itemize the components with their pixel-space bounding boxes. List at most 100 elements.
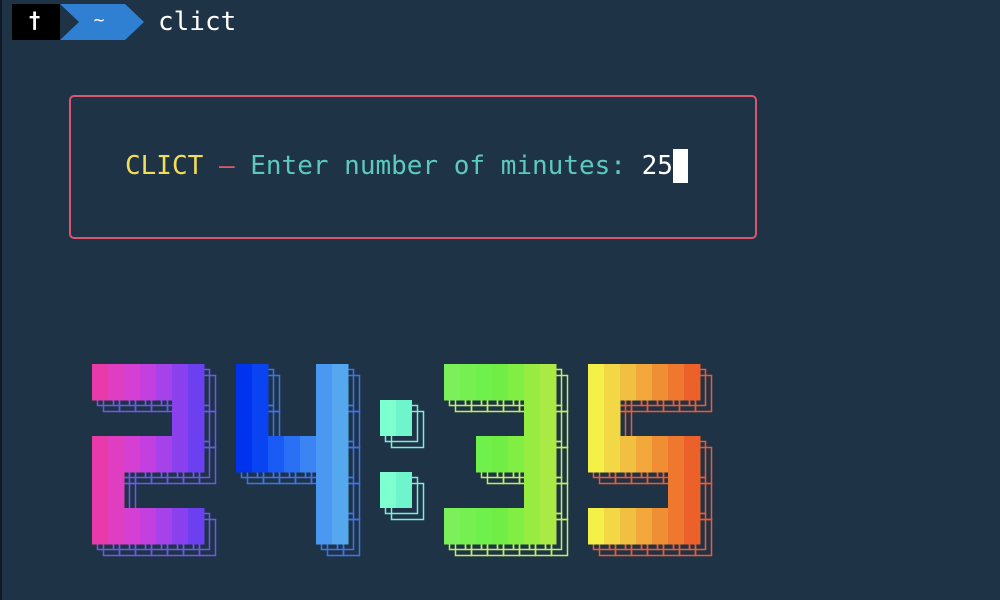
clock-digit-stripe	[92, 472, 109, 509]
clock-digit-stripe	[460, 364, 477, 401]
clock-digit-stripe	[188, 400, 205, 437]
clock-digit-stripe	[668, 508, 685, 545]
clock-digit-stripe	[476, 364, 493, 401]
clock-digit-stripe	[236, 436, 253, 473]
clock-digit-stripe	[652, 508, 669, 545]
clock-digit-stripe	[652, 436, 669, 473]
clock-digit-stripe	[588, 436, 605, 473]
clock-digit-stripe	[284, 436, 301, 473]
clock-digit-stripe	[124, 508, 141, 545]
clock-digit-stripe	[492, 436, 509, 473]
clock-digit-stripe	[236, 400, 253, 437]
clock-colon-dot-stripe	[396, 472, 412, 508]
clock-char-4	[588, 364, 713, 557]
clock-digit-stripe	[636, 508, 653, 545]
clock-digit-stripe	[332, 364, 349, 401]
clock-digit-stripe	[668, 364, 685, 401]
clock-digit-stripe	[316, 436, 333, 473]
clock-colon-dot-stripe	[396, 400, 412, 436]
clock-char-0	[92, 364, 217, 557]
clock-colon-dot-stripe	[380, 400, 396, 436]
clock-digit-stripe	[108, 472, 125, 509]
clock-digit-stripe	[684, 364, 701, 401]
clock-digit-stripe	[172, 508, 189, 545]
clock-digit-stripe	[476, 508, 493, 545]
clock-digit-stripe	[140, 508, 157, 545]
clock-digit-stripe	[172, 400, 189, 437]
clock-digit-stripe	[156, 364, 173, 401]
clock-digit-stripe	[588, 364, 605, 401]
clock-char-3	[444, 364, 569, 557]
clock-digit-stripe	[316, 400, 333, 437]
clock-digit-stripe	[172, 436, 189, 473]
clock-digit-stripe	[300, 436, 317, 473]
clock-digit-stripe	[508, 364, 525, 401]
clock-digit-stripe	[316, 364, 333, 401]
clock-colon-dot-stripe	[380, 472, 396, 508]
clock-digit-stripe	[636, 364, 653, 401]
clock-digit-stripe	[124, 436, 141, 473]
clock-digit-stripe	[236, 364, 253, 401]
clock-digit-stripe	[588, 400, 605, 437]
clock-digit-stripe	[332, 508, 349, 545]
clock-char-fill	[444, 364, 557, 545]
clock-digit-stripe	[668, 472, 685, 509]
clock-digit-stripe	[188, 508, 205, 545]
clock-digit-stripe	[268, 436, 285, 473]
clock-digit-stripe	[540, 472, 557, 509]
clock-digit-stripe	[684, 508, 701, 545]
clock-char-fill	[236, 364, 349, 545]
clock-char-2	[380, 400, 425, 521]
clock-digit-stripe	[636, 436, 653, 473]
clock-digit-stripe	[620, 436, 637, 473]
clock-digit-stripe	[508, 436, 525, 473]
clock-digit-stripe	[508, 508, 525, 545]
clock-digit-stripe	[540, 364, 557, 401]
clock-digit-stripe	[252, 400, 269, 437]
clock-char-1	[236, 364, 361, 557]
clock-digit-stripe	[140, 436, 157, 473]
clock-digit-stripe	[588, 508, 605, 545]
clock-digit-stripe	[492, 508, 509, 545]
clock-digit-stripe	[444, 508, 461, 545]
clock-digit-stripe	[140, 364, 157, 401]
clock-digit-stripe	[316, 472, 333, 509]
clock-digit-stripe	[652, 364, 669, 401]
clock-digit-stripe	[476, 436, 493, 473]
clock-digit-stripe	[332, 436, 349, 473]
clock-digit-stripe	[540, 508, 557, 545]
clock-digit-stripe	[108, 436, 125, 473]
clock-digit-stripe	[604, 400, 621, 437]
clock-digit-stripe	[524, 400, 541, 437]
clock-digit-stripe	[620, 508, 637, 545]
clock-digit-stripe	[332, 472, 349, 509]
clock-digit-stripe	[540, 400, 557, 437]
clock-digit-stripe	[684, 436, 701, 473]
clock-digit-stripe	[252, 364, 269, 401]
clock-digit-stripe	[492, 364, 509, 401]
clock-digit-stripe	[604, 364, 621, 401]
clock-digit-stripe	[188, 364, 205, 401]
clock-digit-stripe	[172, 364, 189, 401]
clock-char-fill	[92, 364, 205, 545]
clock-digit-stripe	[188, 436, 205, 473]
clock-digit-stripe	[108, 364, 125, 401]
clock-digit-stripe	[524, 364, 541, 401]
clock-digit-stripe	[156, 436, 173, 473]
clock-digit-stripe	[92, 364, 109, 401]
clock-digit-stripe	[524, 472, 541, 509]
clock-digit-stripe	[604, 508, 621, 545]
clock-char-fill	[380, 400, 412, 508]
clock-digit-stripe	[92, 436, 109, 473]
clock-digit-stripe	[620, 364, 637, 401]
clock-digit-stripe	[460, 508, 477, 545]
clock-digit-stripe	[316, 508, 333, 545]
clock-digit-stripe	[252, 436, 269, 473]
clock-digit-stripe	[668, 436, 685, 473]
clock-digit-stripe	[124, 364, 141, 401]
clock-digit-stripe	[524, 508, 541, 545]
clock-digit-stripe	[540, 436, 557, 473]
clock-digit-stripe	[524, 436, 541, 473]
clock-digit-stripe	[332, 400, 349, 437]
clock-digit-stripe	[604, 436, 621, 473]
